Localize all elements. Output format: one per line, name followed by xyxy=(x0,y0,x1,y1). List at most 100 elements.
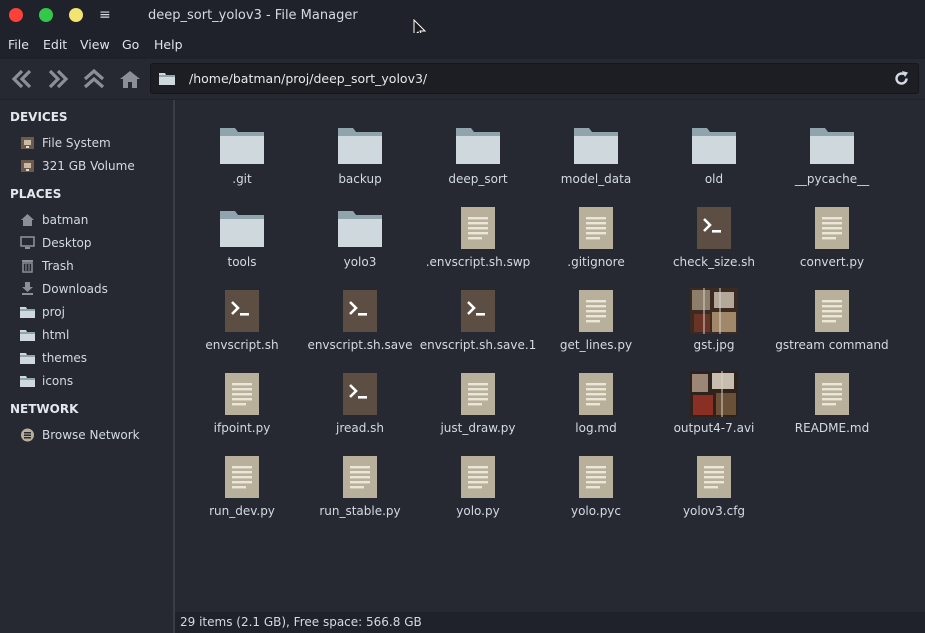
close-button[interactable] xyxy=(9,8,23,22)
menu-go[interactable]: Go xyxy=(122,37,139,52)
sidebar-item-browse-network[interactable]: Browse Network xyxy=(20,426,170,446)
folder-icon xyxy=(336,122,384,168)
file-name: gst.jpg xyxy=(693,338,735,352)
sidebar-item-desktop[interactable]: Desktop xyxy=(20,234,170,254)
file-name: log.md xyxy=(575,421,617,435)
file-item[interactable]: __pycache__ xyxy=(773,116,891,194)
file-item[interactable]: convert.py xyxy=(773,199,891,277)
window-menu-icon[interactable]: ≡ xyxy=(99,7,111,23)
file-item[interactable]: backup xyxy=(301,116,419,194)
sidebar-item-trash[interactable]: Trash xyxy=(20,257,170,277)
file-item[interactable]: ifpoint.py xyxy=(183,365,301,443)
maximize-button[interactable] xyxy=(39,8,53,22)
sidebar-item-batman[interactable]: batman xyxy=(20,211,170,231)
parent-folder-icon[interactable] xyxy=(81,68,107,90)
text-file-icon xyxy=(218,454,266,500)
file-item[interactable]: jread.sh xyxy=(301,365,419,443)
menu-file[interactable]: File xyxy=(8,37,29,52)
text-file-icon xyxy=(572,288,620,334)
file-item[interactable]: just_draw.py xyxy=(419,365,537,443)
sidebar-item-downloads[interactable]: Downloads xyxy=(20,280,170,300)
file-item[interactable]: README.md xyxy=(773,365,891,443)
file-item[interactable]: .envscript.sh.swp xyxy=(419,199,537,277)
location-bar[interactable]: /home/batman/proj/deep_sort_yolov3/ xyxy=(150,63,919,94)
shell-script-icon xyxy=(690,205,738,251)
shell-script-icon xyxy=(336,288,384,334)
file-name: ifpoint.py xyxy=(213,421,271,435)
sidebar-item-label: batman xyxy=(42,213,89,227)
file-name: jread.sh xyxy=(335,421,385,435)
drive-icon xyxy=(21,137,34,149)
file-item[interactable]: old xyxy=(655,116,773,194)
file-name: output4-7.avi xyxy=(673,421,755,435)
file-item[interactable]: gstream command xyxy=(773,282,891,360)
home-icon[interactable] xyxy=(117,68,143,90)
location-path[interactable]: /home/batman/proj/deep_sort_yolov3/ xyxy=(189,71,427,86)
menu-view[interactable]: View xyxy=(80,37,110,52)
sidebar-item-file-system[interactable]: File System xyxy=(20,134,170,154)
sidebar-item-icons[interactable]: icons xyxy=(20,372,170,392)
file-item[interactable]: envscript.sh.save xyxy=(301,282,419,360)
file-item[interactable]: envscript.sh.save.1 xyxy=(419,282,537,360)
folder-icon xyxy=(159,73,175,85)
sidebar-item-label: Downloads xyxy=(42,282,108,296)
file-name: model_data xyxy=(560,172,632,186)
text-file-icon xyxy=(572,454,620,500)
file-item[interactable]: log.md xyxy=(537,365,655,443)
back-icon[interactable] xyxy=(9,68,35,90)
folder-icon xyxy=(808,122,856,168)
file-item[interactable]: envscript.sh xyxy=(183,282,301,360)
file-name: .git xyxy=(232,172,252,186)
file-name: just_draw.py xyxy=(440,421,516,435)
text-file-icon xyxy=(454,371,502,417)
sidebar-item-proj[interactable]: proj xyxy=(20,303,170,323)
file-item[interactable]: run_stable.py xyxy=(301,448,419,526)
file-name: run_dev.py xyxy=(209,504,275,518)
text-file-icon xyxy=(572,205,620,251)
text-file-icon xyxy=(572,371,620,417)
folder-icon xyxy=(20,353,35,364)
file-item[interactable]: get_lines.py xyxy=(537,282,655,360)
menu-edit[interactable]: Edit xyxy=(43,37,67,52)
text-file-icon xyxy=(454,454,502,500)
file-item[interactable]: check_size.sh xyxy=(655,199,773,277)
menu-help[interactable]: Help xyxy=(154,37,183,52)
file-name: yolo3 xyxy=(343,255,377,269)
folder-icon xyxy=(690,122,738,168)
file-icon-view[interactable]: .git backup deep_sort model_data old __p… xyxy=(175,100,925,612)
file-item[interactable]: gst.jpg xyxy=(655,282,773,360)
sidebar-item-label: File System xyxy=(42,136,111,150)
file-item[interactable]: yolo3 xyxy=(301,199,419,277)
refresh-icon[interactable] xyxy=(893,70,910,87)
image-file-icon xyxy=(690,288,738,334)
file-name: .envscript.sh.swp xyxy=(425,255,531,269)
file-item[interactable]: tools xyxy=(183,199,301,277)
file-item[interactable]: yolo.py xyxy=(419,448,537,526)
file-item[interactable]: run_dev.py xyxy=(183,448,301,526)
folder-icon xyxy=(218,122,266,168)
file-item[interactable]: yolo.pyc xyxy=(537,448,655,526)
desktop-icon xyxy=(20,236,35,249)
file-item[interactable]: yolov3.cfg xyxy=(655,448,773,526)
file-item[interactable]: deep_sort xyxy=(419,116,537,194)
sidebar-item-label: Browse Network xyxy=(42,428,140,442)
folder-icon xyxy=(454,122,502,168)
text-file-icon xyxy=(336,454,384,500)
folder-icon xyxy=(336,205,384,251)
menu-bar: File Edit View Go Help xyxy=(0,33,925,57)
sidebar-heading-network: NETWORK xyxy=(10,402,79,416)
network-icon xyxy=(21,428,34,442)
file-item[interactable]: .gitignore xyxy=(537,199,655,277)
minimize-button[interactable] xyxy=(69,8,83,22)
trash-icon xyxy=(22,260,33,273)
home-icon xyxy=(21,214,34,226)
sidebar-item-themes[interactable]: themes xyxy=(20,349,170,369)
forward-icon[interactable] xyxy=(45,68,71,90)
file-name: tools xyxy=(227,255,257,269)
file-item[interactable]: .git xyxy=(183,116,301,194)
sidebar-item-html[interactable]: html xyxy=(20,326,170,346)
text-file-icon xyxy=(808,205,856,251)
file-item[interactable]: output4-7.avi xyxy=(655,365,773,443)
file-item[interactable]: model_data xyxy=(537,116,655,194)
sidebar-item-volume[interactable]: 321 GB Volume xyxy=(20,157,170,177)
